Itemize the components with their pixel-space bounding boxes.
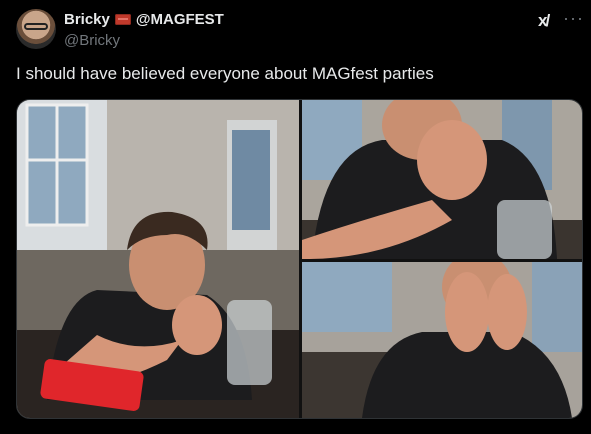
photo-man-praying-closeup[interactable] bbox=[302, 100, 582, 259]
photo-2-illustration bbox=[302, 100, 582, 259]
photo-man-praying-hands-restaurant[interactable] bbox=[17, 100, 299, 418]
author-handle[interactable]: @Bricky bbox=[64, 32, 120, 49]
author-name-row[interactable]: Bricky @MAGFEST bbox=[64, 11, 224, 28]
display-name[interactable]: Bricky bbox=[64, 11, 110, 28]
more-icon[interactable]: ··· bbox=[563, 8, 584, 29]
media-grid bbox=[16, 99, 583, 419]
avatar[interactable] bbox=[16, 9, 56, 49]
photo-man-hands-on-face[interactable] bbox=[302, 262, 582, 418]
grok-icon[interactable]: x/ bbox=[538, 11, 550, 31]
avatar-glasses bbox=[24, 23, 48, 30]
photo-3-illustration bbox=[302, 262, 582, 418]
photo-1-illustration bbox=[17, 100, 299, 418]
post-text: I should have believed everyone about MA… bbox=[16, 64, 434, 83]
brick-icon bbox=[114, 14, 131, 25]
username-mention[interactable]: @MAGFEST bbox=[136, 11, 224, 28]
